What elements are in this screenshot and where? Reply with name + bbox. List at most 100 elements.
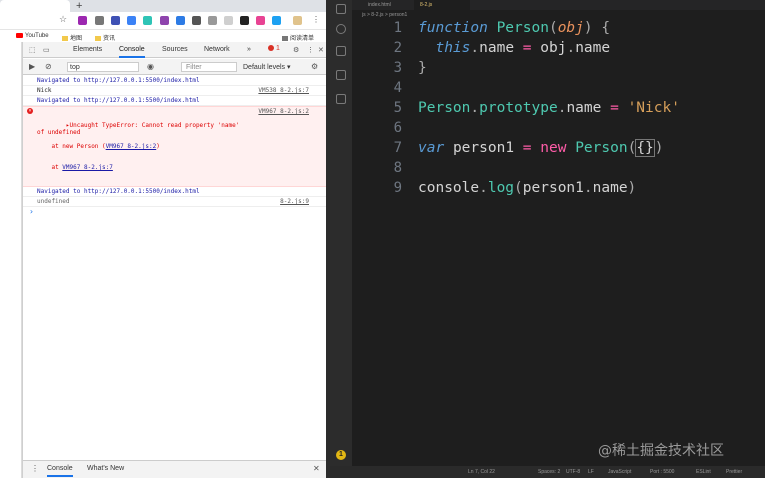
page-viewport[interactable] xyxy=(0,42,22,478)
source-link[interactable]: VM538 8-2.js:7 xyxy=(258,87,309,94)
extension-icon[interactable] xyxy=(95,16,104,25)
line-number: 3 xyxy=(393,60,402,76)
status-item[interactable]: ESLint xyxy=(696,466,711,478)
source-link[interactable]: 8-2.js:9 xyxy=(280,198,309,205)
code-token: name xyxy=(566,100,602,116)
settings-gear-icon[interactable]: ⚙ xyxy=(293,46,299,54)
code-line[interactable]: 7 var person1 = new Person({}) xyxy=(352,139,765,160)
status-item[interactable]: Ln 7, Col 22 xyxy=(468,466,495,478)
status-item[interactable]: Prettier xyxy=(726,466,742,478)
code-token: log xyxy=(487,180,515,196)
log-levels-dropdown[interactable]: Default levels ▾ xyxy=(243,63,290,71)
extension-icon[interactable] xyxy=(256,16,265,25)
code-token: console xyxy=(418,180,480,196)
code-line[interactable]: 1 function Person(obj) { xyxy=(352,20,765,40)
status-item[interactable]: UTF-8 xyxy=(566,466,580,478)
search-icon[interactable] xyxy=(336,24,346,34)
code-text: var person1 = new Person({}) xyxy=(418,139,664,157)
bookmark-news[interactable]: 资讯 xyxy=(95,33,115,42)
tab-sources[interactable]: Sources xyxy=(162,46,188,53)
code-text: function Person(obj) { xyxy=(418,20,610,36)
extension-icon[interactable] xyxy=(127,16,136,25)
context-select[interactable]: top xyxy=(67,62,139,72)
status-item[interactable]: Port : 5500 xyxy=(650,466,674,478)
code-editor[interactable]: 1 function Person(obj) {2 this.name = obj… xyxy=(352,20,765,466)
code-line[interactable]: 2 this.name = obj.name xyxy=(352,40,765,60)
code-line[interactable]: 6 xyxy=(352,120,765,140)
tab-network[interactable]: Network xyxy=(204,46,230,53)
source-control-icon[interactable] xyxy=(336,46,346,56)
code-line[interactable]: 8 xyxy=(352,160,765,180)
breadcrumb[interactable]: js > 8-2.js > person1 xyxy=(352,10,765,20)
code-token: function xyxy=(418,20,488,36)
inspect-element-icon[interactable]: ⬚ xyxy=(29,46,36,54)
code-line[interactable]: 5 Person.prototype.name = 'Nick' xyxy=(352,100,765,120)
status-item[interactable]: JavaScript xyxy=(608,466,631,478)
code-line[interactable]: 3} xyxy=(352,60,765,80)
reading-list-icon xyxy=(282,35,288,41)
device-toggle-icon[interactable]: ▭ xyxy=(43,46,50,54)
code-token: . xyxy=(566,40,576,56)
more-tabs-button[interactable]: » xyxy=(247,46,251,53)
debug-icon[interactable] xyxy=(336,70,346,80)
devtools-panel: ⬚ ▭ Elements Console Sources Network » 1… xyxy=(22,42,326,478)
code-line[interactable]: 9 console.log(person1.name) xyxy=(352,180,765,200)
code-token: Person xyxy=(575,140,628,156)
extension-icon[interactable] xyxy=(224,16,233,25)
filter-input[interactable]: Filter xyxy=(181,62,237,72)
drawer-tab-whats-new[interactable]: What's New xyxy=(87,465,124,472)
tab-index-html[interactable]: index.html xyxy=(362,0,412,10)
tab-elements[interactable]: Elements xyxy=(73,46,102,53)
status-item[interactable]: LF xyxy=(588,466,594,478)
profile-avatar[interactable] xyxy=(293,16,302,25)
stack-link[interactable]: VM967 8-2.js:2 xyxy=(106,143,157,150)
clear-console-icon[interactable]: ⊘ xyxy=(45,62,52,71)
menu-dots-icon[interactable]: ⋮ xyxy=(312,15,320,24)
console-settings-icon[interactable]: ⚙ xyxy=(311,62,318,71)
console-prompt[interactable]: › xyxy=(23,207,326,216)
sidebar-toggle-icon[interactable]: ▶ xyxy=(29,62,35,71)
explorer-icon[interactable] xyxy=(336,4,346,14)
code-line[interactable]: 4 xyxy=(352,80,765,100)
browser-tab[interactable] xyxy=(0,0,70,12)
more-options-icon[interactable]: ⋮ xyxy=(307,46,314,54)
drawer-tab-console[interactable]: Console xyxy=(47,465,73,477)
notification-badge[interactable]: 1 xyxy=(336,450,346,460)
extension-icon[interactable] xyxy=(78,16,87,25)
tab-8-2-js[interactable]: 8-2.js xyxy=(414,0,470,10)
code-token: prototype xyxy=(479,100,558,116)
extension-icon[interactable] xyxy=(160,16,169,25)
extension-icon[interactable] xyxy=(143,16,152,25)
code-token: name xyxy=(592,180,628,196)
stack-link[interactable]: VM967 8-2.js:7 xyxy=(62,164,113,171)
bookmark-star-icon[interactable]: ☆ xyxy=(59,14,67,25)
status-item[interactable]: Spaces: 2 xyxy=(538,466,560,478)
code-token: new xyxy=(540,140,567,156)
code-text: console.log(person1.name) xyxy=(418,180,636,196)
bookmark-youtube[interactable]: YouTube xyxy=(16,33,49,39)
reading-list[interactable]: 阅读清单 xyxy=(282,33,314,42)
drawer-menu-icon[interactable]: ⋮ xyxy=(31,464,39,473)
close-icon[interactable]: ✕ xyxy=(318,46,324,54)
tab-console[interactable]: Console xyxy=(119,46,145,58)
extension-icon[interactable] xyxy=(111,16,120,25)
extension-icon[interactable] xyxy=(208,16,217,25)
extensions-icon[interactable] xyxy=(336,94,346,104)
stack-trace: at new Person (VM967 8-2.js:2) xyxy=(51,143,160,150)
bookmark-map[interactable]: 地图 xyxy=(62,33,82,42)
new-tab-button[interactable]: + xyxy=(76,0,82,12)
code-token: 'Nick' xyxy=(627,100,680,116)
live-expression-icon[interactable]: ◉ xyxy=(147,62,154,71)
extension-icon[interactable] xyxy=(192,16,201,25)
extension-icon[interactable] xyxy=(176,16,185,25)
close-drawer-icon[interactable]: ✕ xyxy=(313,464,320,473)
error-count-badge[interactable]: 1 xyxy=(268,45,280,52)
youtube-icon xyxy=(16,33,23,38)
extension-icon[interactable] xyxy=(240,16,249,25)
extension-icon[interactable] xyxy=(272,16,281,25)
folder-icon xyxy=(62,35,68,41)
source-link[interactable]: VM967 8-2.js:2 xyxy=(258,108,309,115)
